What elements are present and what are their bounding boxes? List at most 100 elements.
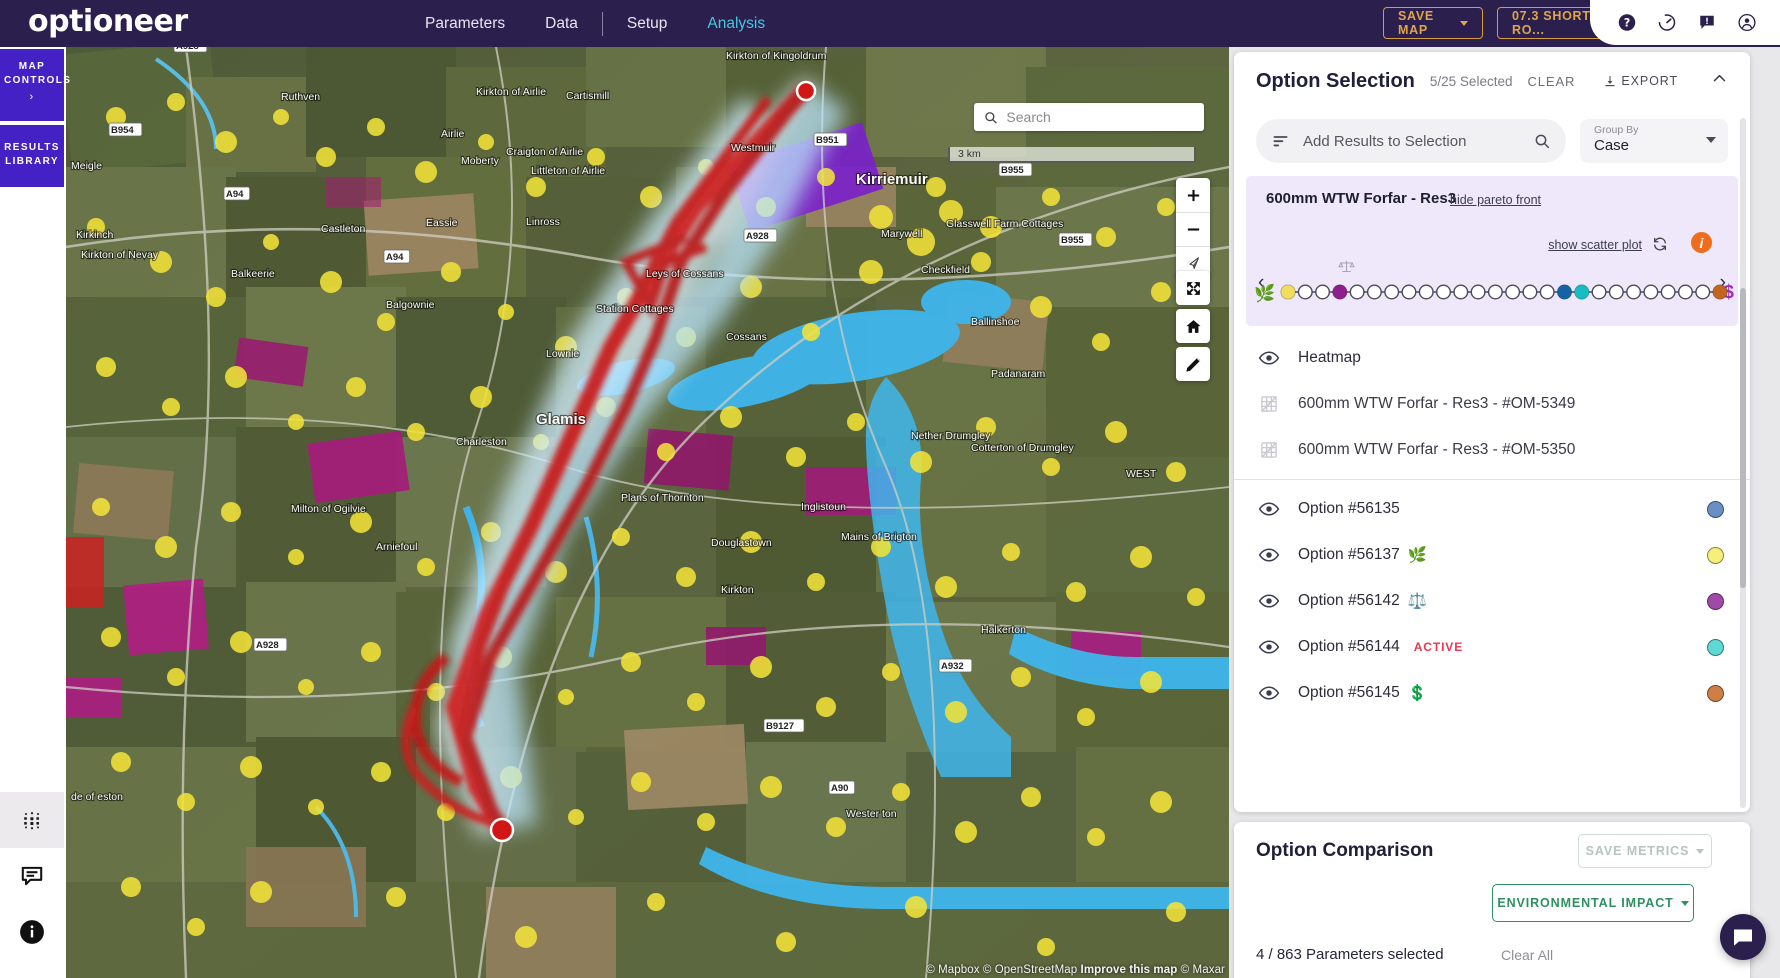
pareto-node[interactable] bbox=[1436, 284, 1452, 300]
eye-icon[interactable] bbox=[1258, 501, 1280, 517]
clear-selection-button[interactable]: CLEAR bbox=[1527, 74, 1575, 89]
pareto-node[interactable] bbox=[1660, 284, 1676, 300]
option-list-item[interactable]: Option #56145 💲 bbox=[1234, 670, 1750, 716]
help-icon[interactable]: ? bbox=[1618, 11, 1636, 34]
chat-icon[interactable] bbox=[1720, 914, 1766, 960]
selected-count: 5/25 Selected bbox=[1429, 73, 1513, 89]
rail-item-results-library[interactable]: RESULTS LIBRARY bbox=[0, 125, 64, 187]
account-icon[interactable] bbox=[1738, 11, 1756, 34]
refresh-icon[interactable] bbox=[1652, 236, 1668, 257]
search-icon[interactable] bbox=[1534, 133, 1550, 149]
ruler-icon[interactable] bbox=[1176, 347, 1210, 381]
map-canvas[interactable]: Kirkton of Kingoldrum A928 Ruthven Kirkton … bbox=[66, 47, 1229, 978]
pareto-node[interactable] bbox=[1505, 284, 1521, 300]
rail-item-map-controls[interactable]: MAP CONTROLS › bbox=[0, 49, 70, 121]
group-by-select[interactable]: Group By Case bbox=[1580, 119, 1728, 163]
eye-icon[interactable] bbox=[1258, 547, 1280, 563]
option-color-swatch[interactable] bbox=[1707, 638, 1724, 656]
eye-icon[interactable] bbox=[1258, 639, 1280, 655]
map-search-input[interactable] bbox=[1006, 109, 1194, 125]
eye-icon[interactable] bbox=[1258, 501, 1280, 517]
fullscreen-icon[interactable] bbox=[1176, 271, 1210, 305]
grid-off-icon[interactable] bbox=[1258, 440, 1280, 460]
pareto-node[interactable] bbox=[1643, 284, 1659, 300]
comment-icon[interactable] bbox=[0, 848, 64, 904]
brand-logo[interactable]: optioneer bbox=[28, 4, 188, 39]
add-results-field[interactable] bbox=[1256, 119, 1566, 163]
clear-all-parameters-button[interactable]: Clear All bbox=[1501, 947, 1553, 963]
pareto-node[interactable] bbox=[1366, 284, 1382, 300]
option-list-item[interactable]: 600mm WTW Forfar - Res3 - #OM-5349 bbox=[1234, 381, 1750, 427]
pareto-node[interactable] bbox=[1297, 284, 1313, 300]
home-icon[interactable] bbox=[1176, 309, 1210, 343]
environmental-impact-button[interactable]: ENVIRONMENTAL IMPACT bbox=[1492, 884, 1694, 922]
pareto-node[interactable] bbox=[1332, 284, 1348, 300]
add-results-input[interactable] bbox=[1303, 132, 1520, 150]
grid-off-icon[interactable] bbox=[1258, 440, 1280, 460]
pareto-node[interactable] bbox=[1539, 284, 1555, 300]
pareto-node[interactable] bbox=[1349, 284, 1365, 300]
nav-item-analysis[interactable]: Analysis bbox=[687, 0, 785, 47]
pareto-node[interactable] bbox=[1384, 284, 1400, 300]
option-list-item[interactable]: Option #56144 ACTIVE bbox=[1234, 624, 1750, 670]
eye-icon[interactable] bbox=[1258, 593, 1280, 609]
option-list-item[interactable]: 600mm WTW Forfar - Res3 - #OM-5350 bbox=[1234, 427, 1750, 473]
pareto-node[interactable] bbox=[1591, 284, 1607, 300]
pareto-node[interactable] bbox=[1401, 284, 1417, 300]
nav-item-parameters[interactable]: Parameters bbox=[405, 0, 525, 47]
option-list-scrollbar[interactable] bbox=[1740, 118, 1746, 808]
option-color-swatch[interactable] bbox=[1707, 684, 1724, 702]
map-search-box[interactable] bbox=[974, 103, 1204, 131]
show-scatter-plot-link[interactable]: show scatter plot bbox=[1548, 238, 1642, 252]
eye-icon[interactable] bbox=[1258, 350, 1280, 366]
scrollbar-thumb[interactable] bbox=[1740, 288, 1746, 588]
hide-pareto-front-link[interactable]: hide pareto front bbox=[1450, 193, 1541, 207]
pareto-node[interactable] bbox=[1470, 284, 1486, 300]
pareto-node[interactable] bbox=[1677, 284, 1693, 300]
pareto-node[interactable] bbox=[1453, 284, 1469, 300]
zoom-out-icon[interactable] bbox=[1176, 212, 1210, 246]
save-map-button[interactable]: SAVE MAP bbox=[1383, 7, 1483, 39]
option-list-item[interactable]: Option #56137 🌿 bbox=[1234, 532, 1750, 578]
eye-icon[interactable] bbox=[1258, 593, 1280, 609]
info-badge-icon[interactable]: i bbox=[1691, 232, 1712, 253]
grid-off-icon[interactable] bbox=[1258, 394, 1280, 414]
pareto-node[interactable] bbox=[1418, 284, 1434, 300]
zoom-in-icon[interactable] bbox=[1176, 178, 1210, 212]
nav-item-setup[interactable]: Setup bbox=[607, 0, 688, 47]
pareto-node[interactable] bbox=[1695, 284, 1711, 300]
pareto-node[interactable] bbox=[1315, 284, 1331, 300]
gauge-icon[interactable] bbox=[1658, 11, 1676, 34]
pareto-node[interactable] bbox=[1712, 284, 1728, 300]
option-color-swatch[interactable] bbox=[1707, 546, 1724, 564]
option-color-swatch[interactable] bbox=[1707, 592, 1724, 610]
eye-icon[interactable] bbox=[1258, 350, 1280, 366]
save-metrics-button[interactable]: SAVE METRICS bbox=[1578, 834, 1712, 868]
grid-off-icon[interactable] bbox=[1258, 394, 1280, 414]
option-marker-icon: 💲 bbox=[1407, 684, 1428, 702]
option-color-swatch[interactable] bbox=[1707, 500, 1724, 518]
pareto-node[interactable] bbox=[1522, 284, 1538, 300]
export-button[interactable]: EXPORT bbox=[1604, 74, 1678, 88]
eye-icon[interactable] bbox=[1258, 547, 1280, 563]
attribution-improve-link[interactable]: Improve this map bbox=[1081, 964, 1178, 976]
pareto-node[interactable] bbox=[1556, 284, 1573, 300]
nav-item-data[interactable]: Data bbox=[525, 0, 598, 47]
collapse-panel-button[interactable] bbox=[1711, 70, 1728, 92]
eye-icon[interactable] bbox=[1258, 685, 1280, 701]
option-list-item[interactable]: Option #56142 ⚖️ bbox=[1234, 578, 1750, 624]
option-list-item[interactable]: Option #56135 bbox=[1234, 486, 1750, 532]
pareto-front-track[interactable] bbox=[1278, 280, 1730, 304]
pareto-node[interactable] bbox=[1280, 284, 1296, 300]
announcement-icon[interactable] bbox=[1698, 11, 1716, 34]
eye-icon[interactable] bbox=[1258, 685, 1280, 701]
pareto-node[interactable] bbox=[1487, 284, 1503, 300]
info-icon[interactable] bbox=[0, 904, 64, 960]
pareto-node[interactable] bbox=[1574, 284, 1590, 300]
chevron-right-icon: › bbox=[29, 91, 35, 103]
option-list-item[interactable]: Heatmap bbox=[1234, 335, 1750, 381]
pareto-node[interactable] bbox=[1608, 284, 1624, 300]
apps-grid-icon[interactable] bbox=[0, 792, 64, 848]
pareto-node[interactable] bbox=[1626, 284, 1642, 300]
eye-icon[interactable] bbox=[1258, 639, 1280, 655]
